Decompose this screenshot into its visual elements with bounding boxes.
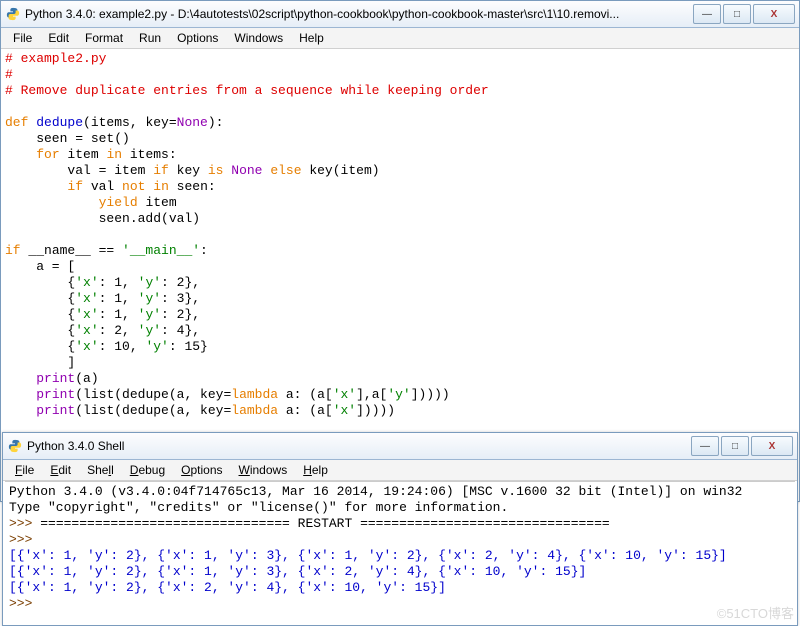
window-controls: — □ X [693,4,795,24]
menu-format[interactable]: Format [77,29,131,47]
editor-title: Python 3.4.0: example2.py - D:\4autotest… [25,7,693,21]
maximize-button[interactable]: □ [721,436,749,456]
shell-prompt: >>> [9,596,40,611]
shell-prompt: >>> [9,516,40,531]
menu-file[interactable]: File [7,461,42,479]
shell-titlebar[interactable]: Python 3.4.0 Shell — □ X [3,433,797,460]
shell-output-line: [{'x': 1, 'y': 2}, {'x': 1, 'y': 3}, {'x… [9,564,586,579]
shell-title: Python 3.4.0 Shell [27,439,691,453]
shell-output-area[interactable]: Python 3.4.0 (v3.4.0:04f714765c13, Mar 1… [5,481,795,614]
menu-file[interactable]: File [5,29,40,47]
menu-debug[interactable]: Debug [122,461,173,479]
menu-windows[interactable]: Windows [226,29,291,47]
minimize-button[interactable]: — [693,4,721,24]
close-button[interactable]: X [753,4,795,24]
menu-help[interactable]: Help [291,29,332,47]
shell-window: Python 3.4.0 Shell — □ X File Edit Shell… [2,432,798,626]
menu-edit[interactable]: Edit [42,461,79,479]
python-icon [5,6,21,22]
editor-code-area[interactable]: # example2.py # # Remove duplicate entri… [1,49,799,421]
editor-menubar: File Edit Format Run Options Windows Hel… [1,28,799,49]
maximize-button[interactable]: □ [723,4,751,24]
python-icon [7,438,23,454]
menu-options[interactable]: Options [173,461,230,479]
shell-menubar: File Edit Shell Debug Options Windows He… [3,460,797,481]
menu-edit[interactable]: Edit [40,29,77,47]
close-button[interactable]: X [751,436,793,456]
menu-options[interactable]: Options [169,29,226,47]
shell-banner: Python 3.4.0 (v3.4.0:04f714765c13, Mar 1… [9,484,742,499]
shell-banner2: Type "copyright", "credits" or "license(… [9,500,508,515]
menu-run[interactable]: Run [131,29,169,47]
editor-window: Python 3.4.0: example2.py - D:\4autotest… [0,0,800,502]
watermark: ©51CTO博客 [717,603,794,622]
minimize-button[interactable]: — [691,436,719,456]
editor-titlebar[interactable]: Python 3.4.0: example2.py - D:\4autotest… [1,1,799,28]
shell-output-line: [{'x': 1, 'y': 2}, {'x': 1, 'y': 3}, {'x… [9,548,727,563]
shell-output-line: [{'x': 1, 'y': 2}, {'x': 2, 'y': 4}, {'x… [9,580,446,595]
menu-windows[interactable]: Windows [231,461,296,479]
menu-shell[interactable]: Shell [79,461,122,479]
shell-prompt: >>> [9,532,40,547]
window-controls: — □ X [691,436,793,456]
menu-help[interactable]: Help [295,461,336,479]
restart-banner: ================================ RESTART… [40,516,610,531]
